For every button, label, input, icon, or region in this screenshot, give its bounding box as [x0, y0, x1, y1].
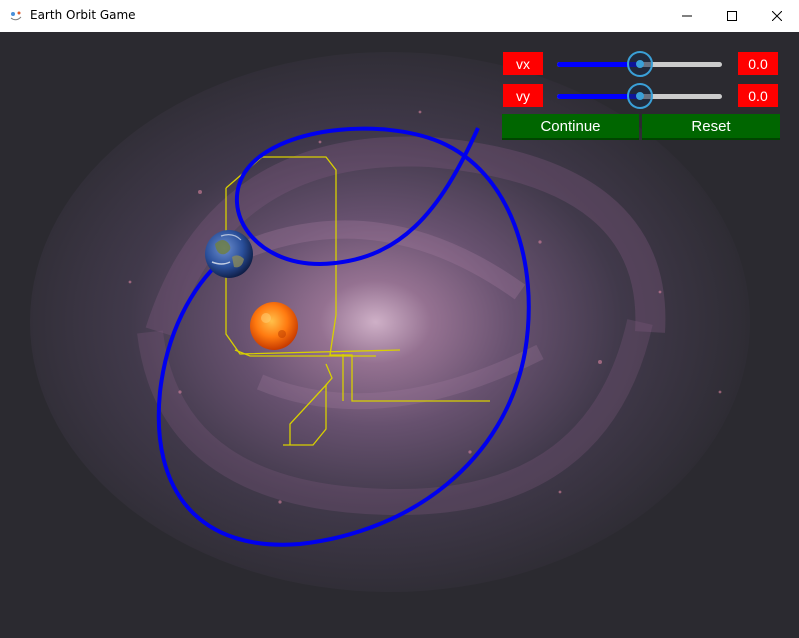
vx-slider-thumb[interactable]	[627, 51, 653, 77]
continue-button[interactable]: Continue	[502, 114, 639, 140]
vy-value: 0.0	[738, 84, 778, 107]
earth[interactable]	[205, 230, 253, 278]
window-title: Earth Orbit Game	[30, 8, 136, 22]
minimize-icon	[682, 15, 692, 17]
sun[interactable]	[250, 302, 298, 350]
minimize-button[interactable]	[664, 0, 710, 32]
vx-value: 0.0	[738, 52, 778, 75]
game-canvas[interactable]: vx 0.0 vy 0.0 Continue Reset	[0, 32, 799, 638]
orbit-icon	[10, 11, 22, 21]
vy-label: vy	[503, 84, 543, 107]
close-icon	[772, 11, 782, 21]
close-button[interactable]	[754, 0, 799, 32]
reset-button[interactable]: Reset	[642, 114, 780, 140]
title-bar: Earth Orbit Game	[0, 0, 799, 33]
maximize-button[interactable]	[709, 0, 755, 32]
vy-slider[interactable]	[557, 83, 725, 109]
vy-slider-thumb[interactable]	[627, 83, 653, 109]
vx-slider[interactable]	[557, 51, 725, 77]
maximize-icon	[727, 11, 737, 21]
vx-label: vx	[503, 52, 543, 75]
app-window: Earth Orbit Game vx 0.0 vy 0.0 Continue …	[0, 0, 799, 638]
